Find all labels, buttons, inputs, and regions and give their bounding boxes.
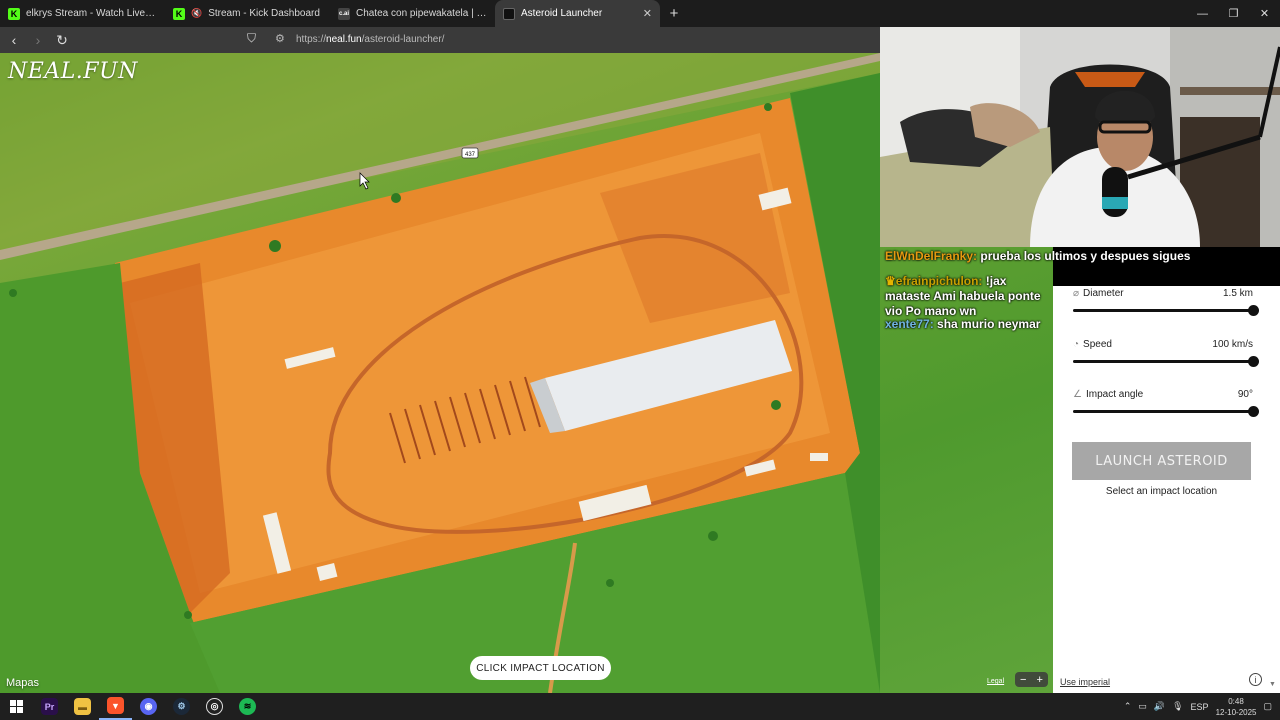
tab-asteroid-launcher[interactable]: Asteroid Launcher ✕	[495, 0, 660, 27]
speed-slider-thumb[interactable]	[1248, 356, 1259, 367]
windows-taskbar: Pr ▬ ▼ ◉ ⚙ ◎ ≋ ⌃ ▭ 🔊 🎙 ESP 0:48 12-10-202…	[0, 693, 1280, 720]
speed-label: Speed	[1083, 339, 1112, 350]
back-arrow-icon[interactable]: ‹	[4, 30, 24, 50]
chat-text: sha murio neymar	[937, 317, 1041, 331]
window-controls: — ❐ ✕	[1187, 0, 1280, 27]
screen: K elkrys Stream - Watch Live on Kick K 🔇…	[0, 0, 1280, 720]
legal-link[interactable]: Legal	[987, 678, 1004, 685]
url-path: /asteroid-launcher/	[361, 34, 445, 45]
crown-icon: ♛	[885, 274, 896, 288]
speed-value: 100 km/s	[1212, 339, 1253, 350]
address-bar: ‹ › ↻ ⛉ ⚙ https://neal.fun/asteroid-laun…	[0, 27, 880, 53]
zoom-control: − +	[1015, 672, 1048, 687]
diameter-icon: ⌀	[1073, 288, 1080, 299]
clock[interactable]: 0:48 12-10-2025	[1216, 696, 1257, 718]
chat-username: xente77:	[885, 317, 934, 331]
neal-fun-icon	[503, 7, 515, 20]
clock-time: 0:48	[1228, 696, 1244, 706]
apple-maps-attribution: Mapas	[6, 677, 40, 689]
url-scheme: https://	[296, 34, 327, 45]
tab-title: elkrys Stream - Watch Live on Kick	[26, 8, 157, 19]
windows-start-icon[interactable]	[0, 693, 33, 720]
discord-icon[interactable]: ◉	[132, 693, 165, 720]
bookmark-icon[interactable]: ⛉	[247, 31, 256, 46]
use-imperial-link[interactable]: Use imperial	[1060, 677, 1110, 687]
angle-label: Impact angle	[1085, 389, 1144, 400]
chat-message: ElWnDelFranky: prueba los ultimos y desp…	[885, 249, 1245, 264]
launch-asteroid-button[interactable]: LAUNCH ASTEROID	[1072, 442, 1251, 480]
diameter-slider[interactable]	[1073, 305, 1259, 316]
diameter-value: 1.5 km	[1222, 288, 1253, 299]
chat-username: efrainpichulon:	[895, 274, 983, 288]
impact-location-hint: Select an impact location	[1105, 486, 1218, 497]
network-icon[interactable]: ▭	[1138, 701, 1147, 712]
angle-slider-row: ∠ Impact angle 90°	[1073, 389, 1259, 419]
diameter-slider-thumb[interactable]	[1248, 305, 1259, 316]
system-tray: ⌃ ▭ 🔊 🎙 ESP 0:48 12-10-2025 ▢	[1124, 693, 1280, 720]
url-field[interactable]: https://neal.fun/asteroid-launcher/	[296, 34, 444, 45]
tab-title: Chatea con pipewakatela | character.ai	[356, 8, 487, 19]
notifications-icon[interactable]: ▢	[1263, 701, 1272, 712]
obs-icon[interactable]: ◎	[198, 693, 231, 720]
chat-username: ElWnDelFranky:	[885, 249, 978, 263]
browser-tab-strip: K elkrys Stream - Watch Live on Kick K 🔇…	[0, 0, 1280, 27]
brave-browser-icon[interactable]: ▼	[99, 693, 132, 720]
click-impact-location-prompt[interactable]: CLICK IMPACT LOCATION	[470, 656, 611, 680]
new-tab-button[interactable]: +	[660, 0, 688, 27]
site-settings-icon[interactable]: ⚙	[275, 32, 285, 45]
speedometer-icon: ◔	[1073, 339, 1080, 350]
angle-icon: ∠	[1073, 389, 1082, 400]
kick-icon: K	[8, 7, 20, 20]
speed-slider-row: ◔ Speed 100 km/s	[1073, 339, 1259, 369]
microphone-icon[interactable]: 🎙	[1172, 701, 1183, 712]
muted-speaker-icon[interactable]: 🔇	[191, 8, 202, 19]
tab-character-ai[interactable]: c.ai Chatea con pipewakatela | character…	[330, 0, 495, 27]
character-ai-icon: c.ai	[338, 7, 350, 20]
steam-icon[interactable]: ⚙	[165, 693, 198, 720]
spotify-icon[interactable]: ≋	[231, 693, 264, 720]
tab-kick-dashboard[interactable]: K 🔇 Stream - Kick Dashboard	[165, 0, 330, 27]
tab-kick-stream[interactable]: K elkrys Stream - Watch Live on Kick	[0, 0, 165, 27]
zoom-out-button[interactable]: −	[1015, 672, 1032, 687]
volume-icon[interactable]: 🔊	[1154, 701, 1165, 712]
minimize-icon[interactable]: —	[1187, 0, 1218, 27]
zoom-in-button[interactable]: +	[1032, 672, 1049, 687]
asteroid-settings-panel: ⌀ Diameter 1.5 km ◔ Speed 100 km/s ∠ Impact…	[1053, 286, 1280, 693]
scroll-down-arrow-icon[interactable]: ▼	[1269, 681, 1276, 688]
streamer-webcam	[880, 27, 1280, 247]
tray-chevron-icon[interactable]: ⌃	[1124, 701, 1132, 712]
chat-message: xente77: sha murio neymar	[885, 317, 1065, 332]
speed-slider[interactable]	[1073, 356, 1259, 367]
angle-slider-thumb[interactable]	[1248, 406, 1259, 417]
close-window-icon[interactable]: ✕	[1249, 0, 1280, 27]
tab-title: Stream - Kick Dashboard	[208, 8, 320, 19]
neal-fun-logo[interactable]: NEAL.FUN	[8, 59, 138, 84]
angle-slider[interactable]	[1073, 406, 1259, 417]
language-indicator[interactable]: ESP	[1191, 702, 1209, 712]
reload-icon[interactable]: ↻	[52, 30, 72, 50]
chat-text: prueba los ultimos y despues sigues	[980, 249, 1191, 263]
url-host: neal.fun	[326, 34, 362, 45]
info-icon[interactable]: i	[1249, 673, 1262, 686]
forward-arrow-icon[interactable]: ›	[28, 30, 48, 50]
file-explorer-icon[interactable]: ▬	[66, 693, 99, 720]
angle-value: 90°	[1237, 389, 1253, 400]
diameter-slider-row: ⌀ Diameter 1.5 km	[1073, 288, 1259, 318]
kick-icon: K	[173, 7, 185, 20]
diameter-label: Diameter	[1083, 288, 1124, 299]
restore-icon[interactable]: ❐	[1218, 0, 1249, 27]
webcam-image	[880, 27, 1280, 247]
clock-date: 12-10-2025	[1215, 707, 1257, 717]
premiere-pro-icon[interactable]: Pr	[33, 693, 66, 720]
chat-message: ♛efrainpichulon: !jax mataste Ami habuel…	[885, 274, 1055, 319]
tab-title: Asteroid Launcher	[521, 8, 603, 19]
close-tab-icon[interactable]: ✕	[643, 7, 652, 20]
road-sign-label: 437	[465, 152, 476, 158]
